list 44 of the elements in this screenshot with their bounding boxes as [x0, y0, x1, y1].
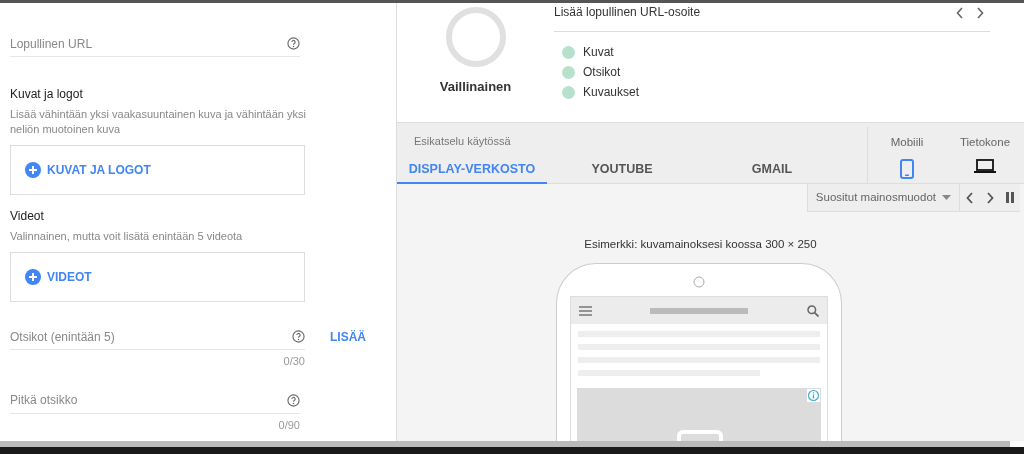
section-title: Videot — [10, 208, 45, 225]
section-hint: Lisää vähintään yksi vaakasuuntainen kuva ja vähintään yksi neliön muotoinen kuva — [10, 107, 307, 137]
checklist-item: Kuvat — [583, 44, 614, 61]
status-dot — [562, 45, 575, 59]
add-button[interactable]: KUVAT JA LOGOT — [25, 161, 151, 179]
preview-caption: Esikatselu käytössä — [413, 134, 512, 149]
device-toggle[interactable]: Tietokone — [946, 127, 1024, 183]
camera-icon — [692, 276, 705, 289]
add-button[interactable]: VIDEOT — [25, 268, 92, 286]
character-counter: 0/30 — [282, 354, 305, 369]
help-icon[interactable] — [292, 330, 305, 343]
chevron-left-icon — [966, 191, 974, 204]
chevron-left-icon — [956, 7, 964, 19]
checklist-item: Kuvaukset — [583, 84, 640, 101]
preview-tab[interactable]: DISPLAY-VERKOSTO — [397, 156, 547, 184]
device-toggle[interactable]: Mobiili — [868, 127, 946, 183]
input-field[interactable]: Otsikot (enintään 5) — [10, 327, 292, 346]
phone-icon — [900, 159, 914, 180]
chevron-right-icon — [986, 191, 994, 204]
chevron-right-icon — [976, 7, 984, 19]
example-caption: Esimerkki: kuvamainoksesi koossa 300 × 250 — [584, 237, 817, 252]
input-field[interactable]: Pitkä otsikko — [10, 391, 287, 409]
horizontal-scrollbar[interactable] — [0, 441, 1010, 447]
section-title: Kuvat ja logot — [10, 86, 84, 103]
checklist-item: Otsikot — [583, 64, 621, 81]
help-icon[interactable] — [287, 37, 300, 50]
section-hint: Valinnainen, mutta voit lisätä enintään 5 videota — [10, 229, 244, 244]
input-field[interactable]: Lopullinen URL — [10, 34, 287, 53]
caret-icon — [942, 195, 951, 200]
pause-icon — [1006, 192, 1014, 203]
status-dot — [562, 65, 575, 79]
status-label: Vaillinainen — [439, 78, 512, 96]
search-icon — [806, 304, 819, 317]
help-icon[interactable] — [287, 393, 300, 407]
plus-icon — [25, 162, 41, 178]
plus-icon — [25, 269, 41, 285]
status-dot — [562, 85, 575, 99]
preview-tab[interactable]: YOUTUBE — [547, 156, 697, 184]
preview-tab[interactable]: GMAIL — [697, 156, 847, 184]
character-counter: 0/90 — [277, 417, 300, 433]
menu-icon — [578, 305, 592, 316]
add-link[interactable]: LISÄÄ — [330, 328, 366, 346]
status-message: Lisää lopullinen URL-osoite — [554, 4, 702, 21]
laptop-icon — [974, 159, 996, 174]
